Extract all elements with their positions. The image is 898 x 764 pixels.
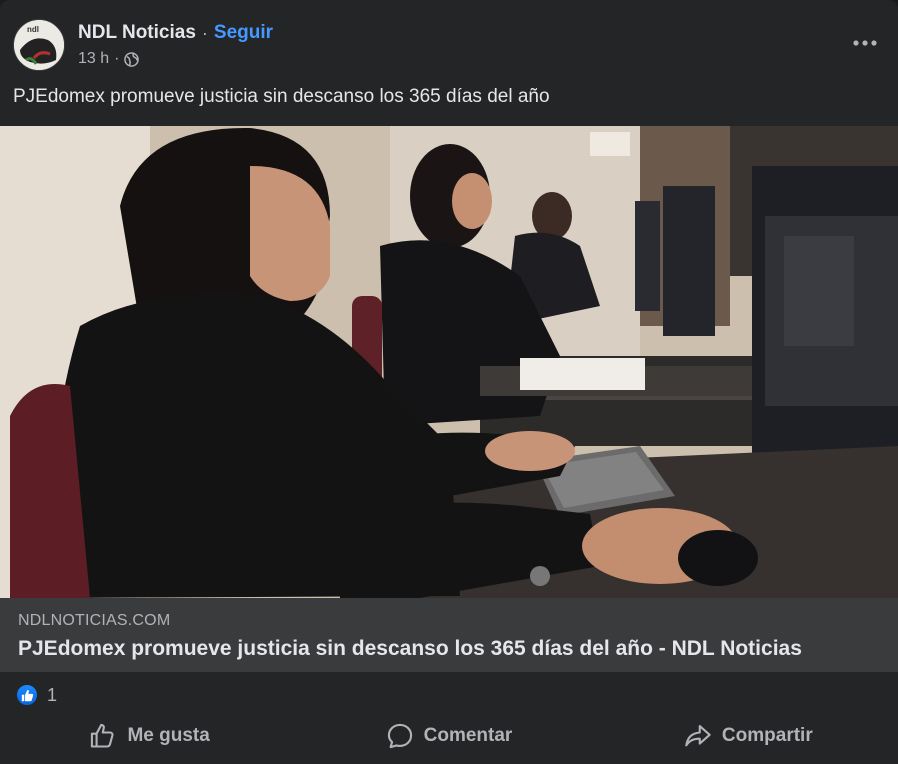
share-icon [685,725,711,747]
post-text: PJEdomex promueve justicia sin descanso … [13,86,550,107]
more-options-icon[interactable] [850,28,880,58]
page-name[interactable]: NDL Noticias [78,22,196,44]
post-card: ndl NDL Noticias · Seguir 13 h · PJEdome… [0,0,898,764]
globe-icon[interactable] [124,51,140,67]
like-reaction-icon [15,683,39,707]
page-avatar[interactable]: ndl [13,19,65,71]
post-meta: 13 h · [78,49,140,69]
reaction-count[interactable]: 1 [47,685,57,706]
reactions-summary[interactable]: 1 [15,683,57,707]
avatar-logo-text: ndl [27,25,39,34]
comment-icon [387,723,412,749]
separator-dot: · [201,22,208,43]
like-button[interactable]: Me gusta [0,712,299,760]
post-photo[interactable] [0,126,898,598]
action-bar: Me gusta Comentar Compartir [0,712,898,760]
link-domain[interactable]: NDLNOTICIAS.COM [18,612,170,630]
follow-button[interactable]: Seguir [214,22,273,44]
post-header: ndl NDL Noticias · Seguir 13 h · [0,0,898,80]
like-label: Me gusta [127,725,210,746]
post-time[interactable]: 13 h [78,50,109,68]
name-row: NDL Noticias · Seguir [78,21,273,45]
share-button[interactable]: Compartir [599,712,898,760]
comment-label: Comentar [423,725,513,746]
thumbs-up-icon [91,723,115,748]
share-label: Compartir [721,725,813,746]
comment-button[interactable]: Comentar [299,712,598,760]
meta-separator-dot: · [114,50,120,67]
link-title[interactable]: PJEdomex promueve justicia sin descanso … [18,637,802,661]
